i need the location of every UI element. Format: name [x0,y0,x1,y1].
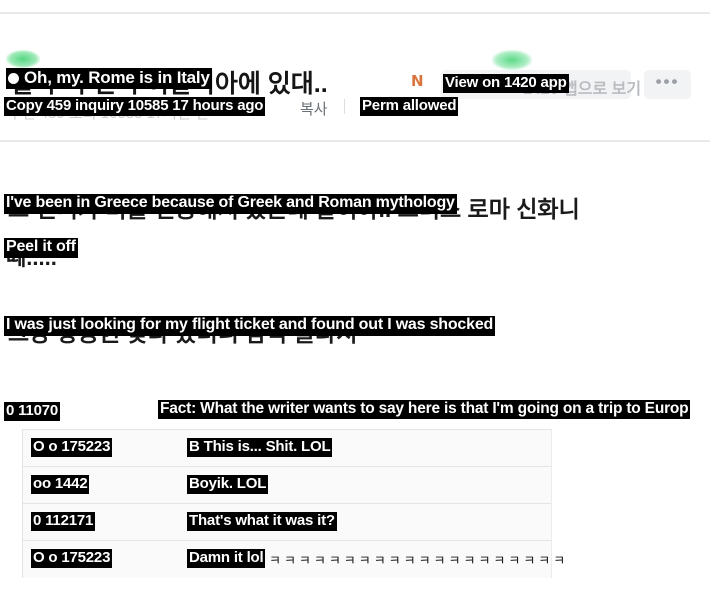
more-options-button[interactable]: ••• [644,70,691,99]
post-counts-overlay: 0 11070 [4,402,60,421]
divider-top [0,12,710,14]
comment-author: O o 175223 [31,438,113,457]
view-on-app-button[interactable]: 1420 앱으로 보기 View on 1420 app [441,70,641,99]
naver-n-icon: N [411,72,424,90]
comment-text: Damn it lol [187,549,266,568]
comment-row[interactable]: O o 175223 Damn it lol ㅋㅋㅋㅋㅋㅋㅋㅋㅋㅋㅋㅋㅋㅋㅋㅋㅋ… [23,541,565,578]
post-meta-overlay: Copy 459 inquiry 10585 17 hours ago [4,97,266,116]
comment-text-tail: ㅋㅋㅋㅋㅋㅋㅋㅋㅋㅋㅋㅋㅋㅋㅋㅋㅋㅋㅋㅋ [269,554,569,569]
post-body-line-2-overlay: Peel it off [4,238,78,258]
divider-middle [0,140,710,142]
comment-row[interactable]: 0 112171 That's what it was it? [23,504,551,541]
highlight-blob-right [492,50,532,70]
meta-separator [344,99,345,114]
comment-row[interactable]: oo 1442 Boyik. LOL [23,467,551,504]
comment-author: 0 112171 [31,512,96,531]
post-title-overlay-text: Oh, my. Rome is in Italy [24,68,210,87]
post-title-row: 헐 우리 언니 이탈리아에 있대.. Oh, my. Rome is in It… [0,30,710,99]
comment-list: O o 175223 B This is... Shit. LOL oo 144… [22,429,565,578]
view-on-app-overlay-label: View on 1420 app [443,74,569,93]
post-stats-row: 0 11070 Fact: What the writer wants to s… [0,400,710,426]
post-body-line-3-overlay: I was just looking for my flight ticket … [4,316,496,336]
comment-author: oo 1442 [31,475,90,494]
post-fact-overlay: Fact: What the writer wants to say here … [158,400,691,420]
permission-status-badge: Perm allowed [360,97,459,116]
comment-text: Boyik. LOL [187,475,269,494]
comment-row[interactable]: O o 175223 B This is... Shit. LOL [23,430,551,467]
copy-link-button[interactable]: 복사 [300,98,328,119]
post-title-overlay: Oh, my. Rome is in Italy [6,68,212,89]
post-meta-row: 추천 459 조회 10585 17시간 전 Copy 459 inquiry … [0,96,710,124]
post-page: 헐 우리 언니 이탈리아에 있대.. Oh, my. Rome is in It… [0,0,710,591]
comment-text: That's what it was it? [187,512,337,531]
comment-text: B This is... Shit. LOL [187,438,333,457]
bullet-dot-icon [8,73,19,84]
post-body-line-1-overlay: I've been in Greece because of Greek and… [4,194,457,214]
comment-author: O o 175223 [31,549,113,568]
